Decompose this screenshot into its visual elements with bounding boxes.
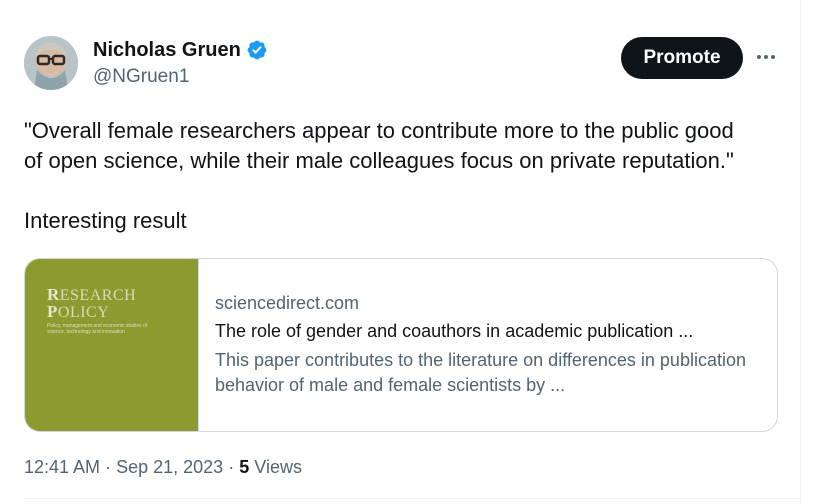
tweet-text: "Overall female researchers appear to co… — [24, 118, 734, 233]
avatar-image — [24, 36, 78, 90]
thumbnail-journal-subtitle: Policy, management and economic studies … — [47, 323, 148, 335]
views-count: 5 — [239, 457, 250, 477]
views-label: Views — [254, 457, 302, 477]
more-horizontal-icon[interactable] — [754, 45, 778, 69]
verified-badge-icon[interactable] — [246, 39, 268, 61]
timeline-border — [800, 0, 801, 504]
avatar[interactable] — [24, 36, 78, 90]
meta-separator: · — [228, 457, 235, 477]
tweet-time[interactable]: 12:41 AM — [24, 457, 100, 477]
card-description: This paper contributes to the literature… — [215, 350, 746, 395]
author-name-row[interactable]: Nicholas Gruen — [93, 38, 268, 62]
link-preview-card[interactable]: RESEARCH POLICY Policy, management and e… — [24, 258, 778, 432]
thumbnail-journal-title: RESEARCH POLICY — [47, 285, 137, 321]
tweet-metadata: 12:41 AM · Sep 21, 2023 · 5 Views — [24, 456, 302, 478]
card-domain: sciencedirect.com — [215, 293, 360, 313]
meta-separator: · — [105, 457, 112, 477]
author-name[interactable]: Nicholas Gruen — [93, 38, 241, 62]
author-handle[interactable]: @NGruen1 — [93, 66, 189, 88]
card-title: The role of gender and coauthors in acad… — [215, 321, 694, 341]
divider — [24, 498, 800, 499]
tweet-date[interactable]: Sep 21, 2023 — [116, 457, 223, 477]
promote-button[interactable]: Promote — [621, 37, 743, 79]
card-thumbnail[interactable]: RESEARCH POLICY Policy, management and e… — [25, 259, 199, 431]
